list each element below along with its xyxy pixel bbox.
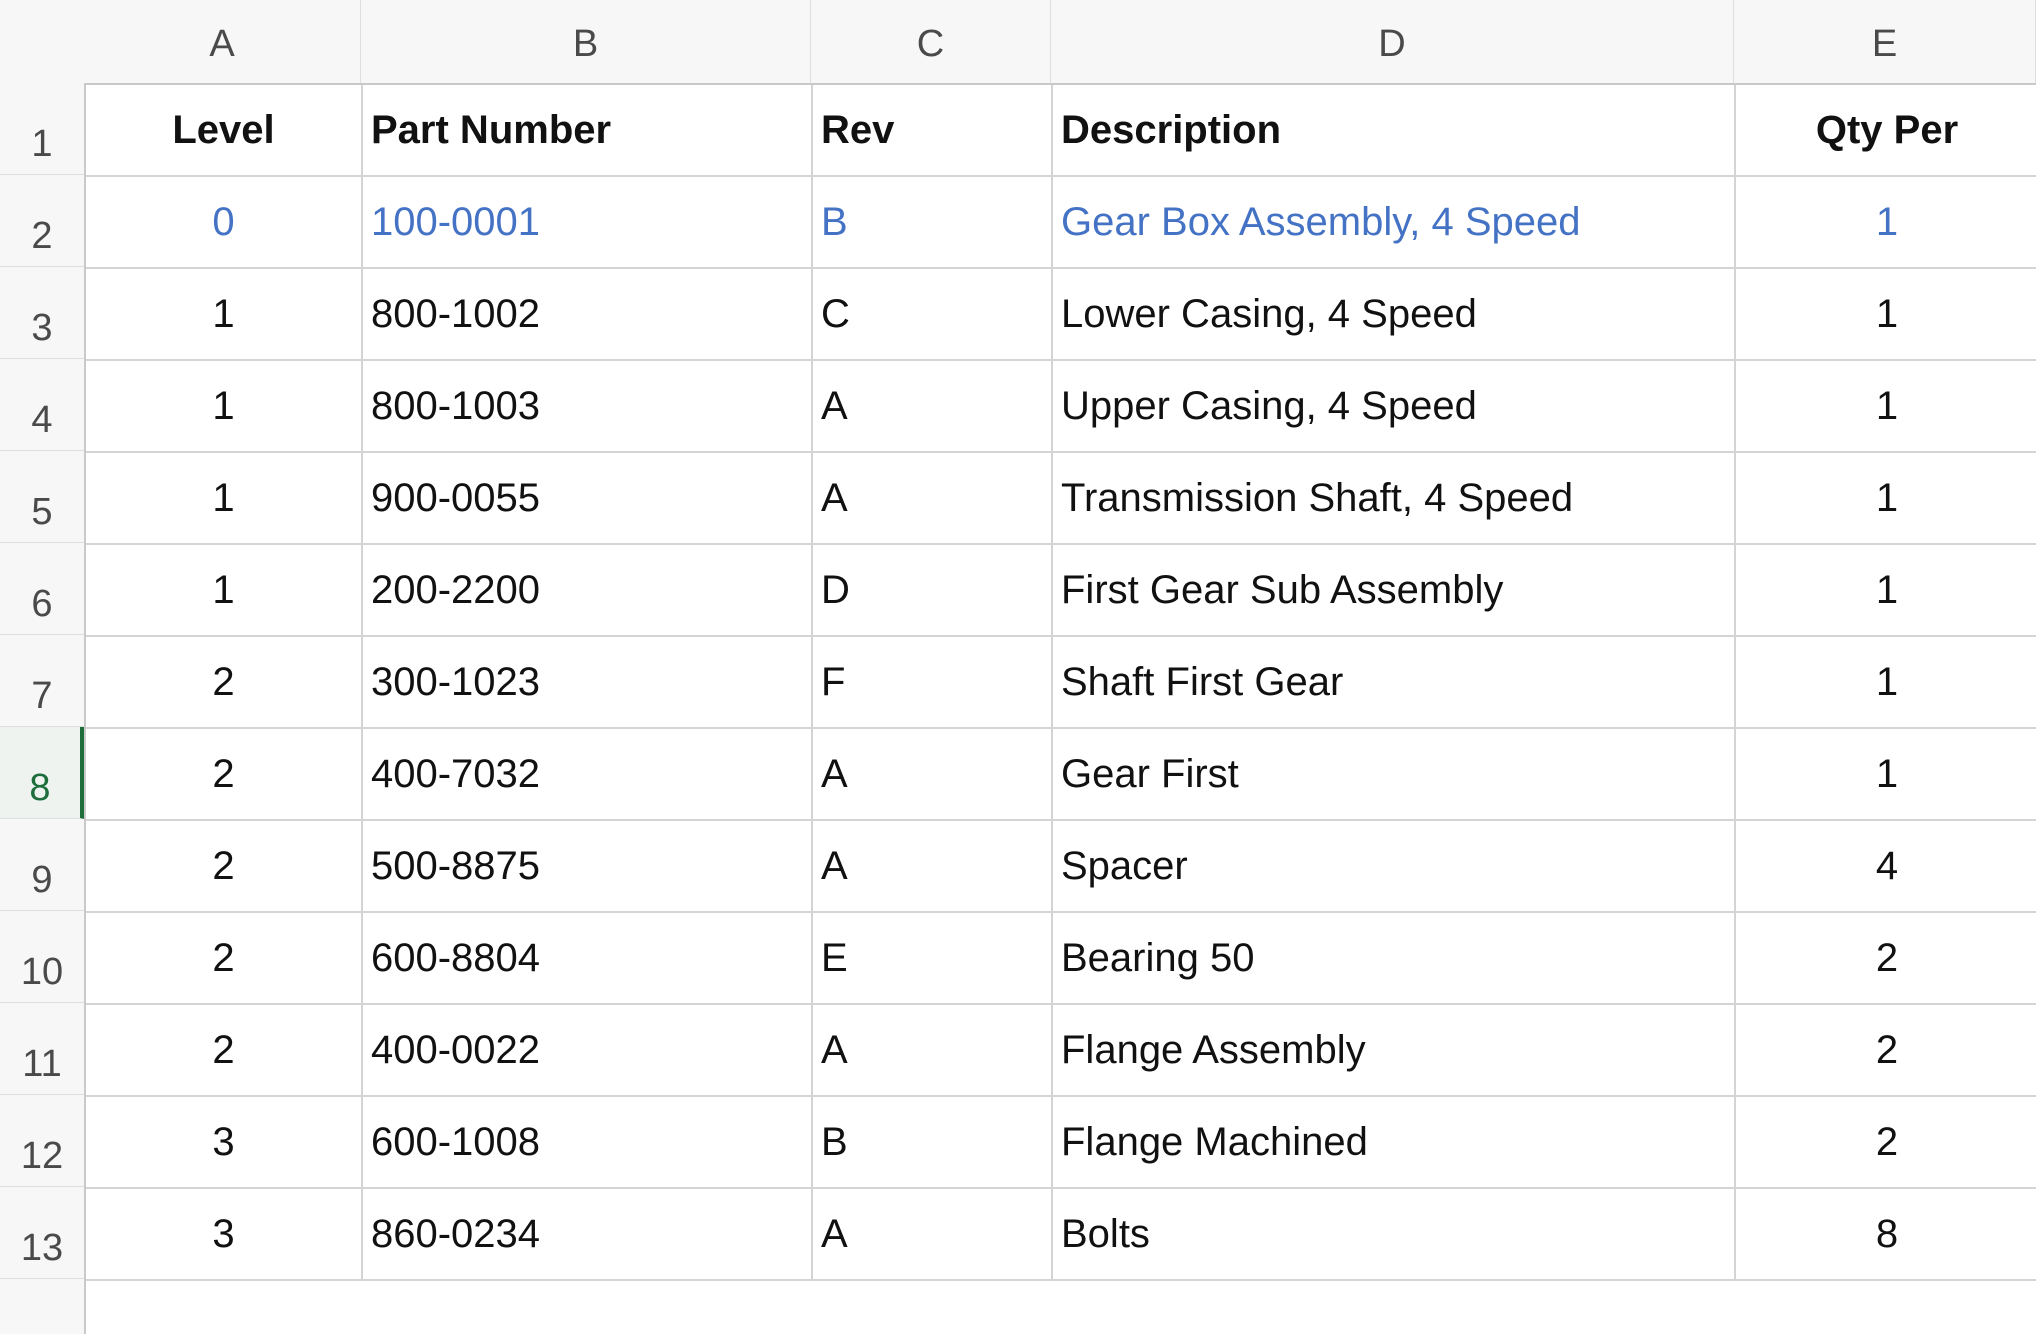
- row-header-1[interactable]: 1: [0, 83, 84, 175]
- table-cell[interactable]: E: [813, 913, 1053, 1005]
- table-cell[interactable]: 860-0234: [363, 1189, 813, 1281]
- header-cell[interactable]: Level: [86, 85, 363, 177]
- table-cell[interactable]: 2: [1736, 913, 2036, 1005]
- header-cell[interactable]: Rev: [813, 85, 1053, 177]
- table-cell[interactable]: 2: [1736, 1097, 2036, 1189]
- table-cell[interactable]: 600-8804: [363, 913, 813, 1005]
- table-cell[interactable]: Bearing 50: [1053, 913, 1736, 1005]
- table-cell[interactable]: 1: [1736, 545, 2036, 637]
- table-cell[interactable]: 800-1003: [363, 361, 813, 453]
- table-cell[interactable]: F: [813, 637, 1053, 729]
- table-cell[interactable]: 2: [86, 821, 363, 913]
- table-cell[interactable]: 400-7032: [363, 729, 813, 821]
- row-header-4[interactable]: 4: [0, 359, 84, 451]
- column-header-e[interactable]: E: [1734, 0, 2036, 83]
- table-cell[interactable]: 2: [86, 729, 363, 821]
- row-header-7[interactable]: 7: [0, 635, 84, 727]
- table-cell[interactable]: 1: [86, 361, 363, 453]
- table-cell[interactable]: Bolts: [1053, 1189, 1736, 1281]
- row-header-10[interactable]: 10: [0, 911, 84, 1003]
- table-cell[interactable]: 1: [1736, 361, 2036, 453]
- table-cell[interactable]: 4: [1736, 821, 2036, 913]
- row-header-8[interactable]: 8: [0, 727, 84, 819]
- table-cell[interactable]: Flange Machined: [1053, 1097, 1736, 1189]
- table-cell[interactable]: Lower Casing, 4 Speed: [1053, 269, 1736, 361]
- table-cell[interactable]: Transmission Shaft, 4 Speed: [1053, 453, 1736, 545]
- table-cell[interactable]: Flange Assembly: [1053, 1005, 1736, 1097]
- table-cell[interactable]: 300-1023: [363, 637, 813, 729]
- table-cell[interactable]: 600-1008: [363, 1097, 813, 1189]
- table-cell[interactable]: 1: [1736, 729, 2036, 821]
- table-cell[interactable]: 1: [1736, 453, 2036, 545]
- table-cell[interactable]: 100-0001: [363, 177, 813, 269]
- table-cell[interactable]: 800-1002: [363, 269, 813, 361]
- table-cell[interactable]: 1: [86, 269, 363, 361]
- table-cell[interactable]: A: [813, 361, 1053, 453]
- column-header-a[interactable]: A: [84, 0, 361, 83]
- column-header-b[interactable]: B: [361, 0, 811, 83]
- table-cell[interactable]: 2: [1736, 1005, 2036, 1097]
- table-cell[interactable]: 3: [86, 1189, 363, 1281]
- table-cell[interactable]: A: [813, 453, 1053, 545]
- spreadsheet: ABCDE 1 2 3 4 5 6 7 8 9 10 11 12 13 Level Part Number…: [0, 0, 2036, 1334]
- select-all-corner[interactable]: [0, 0, 84, 83]
- column-header-d[interactable]: D: [1051, 0, 1734, 83]
- table-cell[interactable]: Gear Box Assembly, 4 Speed: [1053, 177, 1736, 269]
- header-cell[interactable]: Part Number: [363, 85, 813, 177]
- table-cell[interactable]: Gear First: [1053, 729, 1736, 821]
- table-cell[interactable]: B: [813, 1097, 1053, 1189]
- table-cell[interactable]: 500-8875: [363, 821, 813, 913]
- table-cell[interactable]: 1: [1736, 177, 2036, 269]
- table-cell[interactable]: 2: [86, 637, 363, 729]
- table-cell[interactable]: 200-2200: [363, 545, 813, 637]
- table-cell[interactable]: 8: [1736, 1189, 2036, 1281]
- table-cell[interactable]: 1: [1736, 637, 2036, 729]
- row-header-2[interactable]: 2: [0, 175, 84, 267]
- table-cell[interactable]: 1: [86, 545, 363, 637]
- table-cell[interactable]: 400-0022: [363, 1005, 813, 1097]
- row-header-12[interactable]: 12: [0, 1095, 84, 1187]
- cell-grid: Level Part Number Rev Description Qty Per 0 10…: [84, 83, 2036, 1334]
- table-cell[interactable]: 2: [86, 913, 363, 1005]
- table-cell[interactable]: 1: [86, 453, 363, 545]
- table-cell[interactable]: A: [813, 729, 1053, 821]
- table-cell[interactable]: 1: [1736, 269, 2036, 361]
- row-header-9[interactable]: 9: [0, 819, 84, 911]
- table-cell[interactable]: Shaft First Gear: [1053, 637, 1736, 729]
- table-cell[interactable]: A: [813, 1005, 1053, 1097]
- table-cell[interactable]: 2: [86, 1005, 363, 1097]
- header-cell[interactable]: Description: [1053, 85, 1736, 177]
- table-cell[interactable]: A: [813, 1189, 1053, 1281]
- table-cell[interactable]: 900-0055: [363, 453, 813, 545]
- table-cell[interactable]: Spacer: [1053, 821, 1736, 913]
- row-header-11[interactable]: 11: [0, 1003, 84, 1095]
- table-cell[interactable]: First Gear Sub Assembly: [1053, 545, 1736, 637]
- row-header-6[interactable]: 6: [0, 543, 84, 635]
- table-cell[interactable]: 3: [86, 1097, 363, 1189]
- header-cell[interactable]: Qty Per: [1736, 85, 2036, 177]
- column-header-c[interactable]: C: [811, 0, 1051, 83]
- table-cell[interactable]: D: [813, 545, 1053, 637]
- table-cell[interactable]: Upper Casing, 4 Speed: [1053, 361, 1736, 453]
- row-header-5[interactable]: 5: [0, 451, 84, 543]
- row-header-3[interactable]: 3: [0, 267, 84, 359]
- table-cell[interactable]: C: [813, 269, 1053, 361]
- table-cell[interactable]: A: [813, 821, 1053, 913]
- row-header-13[interactable]: 13: [0, 1187, 84, 1279]
- table-cell[interactable]: 0: [86, 177, 363, 269]
- table-cell[interactable]: B: [813, 177, 1053, 269]
